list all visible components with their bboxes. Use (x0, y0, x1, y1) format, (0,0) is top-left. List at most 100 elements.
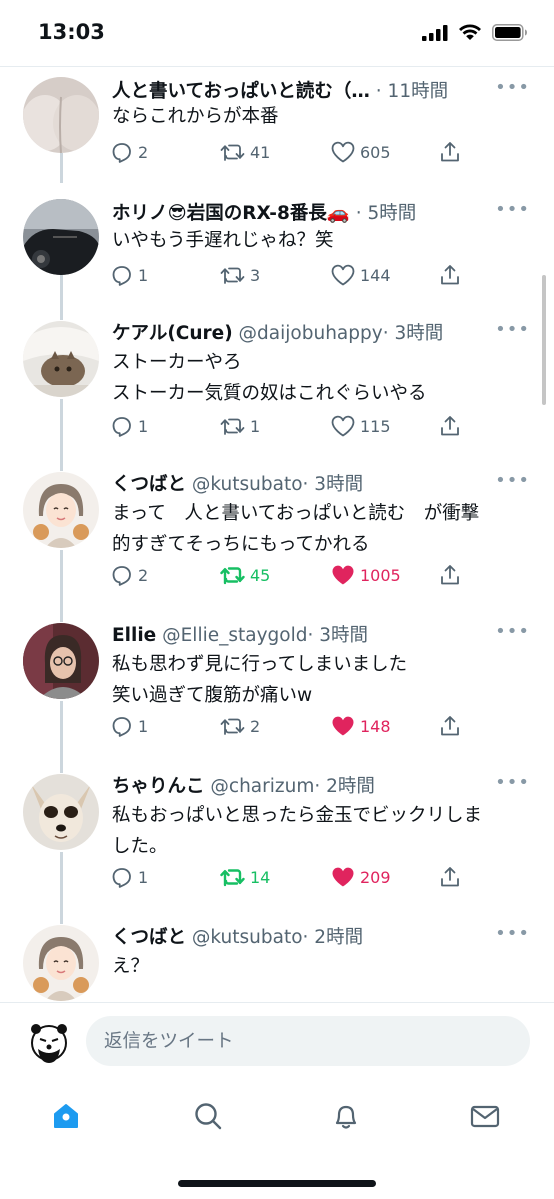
tweet[interactable]: くつばと @kutsubato· 3時間 ••• まって 人と書いておっぱいと読… (0, 468, 554, 619)
reply-button[interactable]: 1 (110, 263, 148, 287)
tab-home[interactable] (46, 1096, 86, 1136)
tweet-text: え？ (112, 956, 150, 977)
reply-icon (112, 417, 131, 437)
like-button[interactable]: 115 (330, 414, 391, 438)
tweet[interactable]: Ellie @Ellie_staygold· 3時間 ••• 私も思わず見に行っ… (0, 619, 554, 770)
tweet-header: Ellie @Ellie_staygold· 3時間 (112, 621, 532, 647)
avatar[interactable] (23, 925, 99, 1001)
retweet-count: 1 (250, 416, 261, 436)
tweet-time: · 3時間 (302, 474, 364, 495)
retweet-button[interactable]: 41 (220, 140, 270, 164)
notifications-icon (335, 1105, 357, 1129)
share-icon (441, 265, 459, 285)
reply-button[interactable]: 1 (110, 865, 148, 889)
tweet[interactable]: ケアル(Cure) @daijobuhappy· 3時間 ••• ストーカーやろ… (0, 317, 554, 468)
tweet[interactable]: 人と書いておっぱいと読む（… · 11時間 ••• ならこれからが本番 2 41… (0, 67, 554, 187)
share-button[interactable] (438, 714, 462, 738)
avatar[interactable] (23, 623, 99, 699)
like-button[interactable]: 148 (330, 714, 391, 738)
tab-notifications[interactable] (326, 1096, 366, 1136)
display-name[interactable]: ちゃりんこ (112, 776, 205, 797)
reply-count: 1 (138, 265, 149, 285)
my-avatar[interactable] (24, 1017, 74, 1067)
retweet-button[interactable]: 1 (220, 414, 260, 438)
share-icon (441, 867, 459, 887)
tweet-header: ホリノ😎岩国のRX-8番長🚗 · 5時間 (112, 199, 532, 225)
display-name[interactable]: 人と書いておっぱいと読む（… (112, 81, 370, 102)
share-button[interactable] (438, 414, 462, 438)
more-options-icon[interactable]: ••• (495, 319, 530, 340)
reply-button[interactable]: 2 (110, 563, 148, 587)
scrollbar[interactable] (542, 275, 546, 405)
reply-button[interactable]: 1 (110, 414, 148, 438)
like-button[interactable]: 144 (330, 263, 391, 287)
more-options-icon[interactable]: ••• (495, 470, 530, 491)
retweet-button[interactable]: 45 (220, 563, 270, 587)
tweet-text: ストーカーやろ ストーカー気質の奴はこれぐらいやる (112, 352, 427, 404)
status-bar: 13:03 (0, 0, 554, 66)
battery-icon (492, 24, 527, 41)
avatar[interactable] (23, 199, 99, 275)
tab-messages[interactable] (465, 1096, 505, 1136)
like-button[interactable]: 1005 (330, 563, 401, 587)
user-handle[interactable]: @daijobuhappy (239, 323, 383, 344)
more-options-icon[interactable]: ••• (495, 199, 530, 220)
retweet-icon (220, 718, 245, 735)
reply-button[interactable]: 1 (110, 714, 148, 738)
display-name[interactable]: ケアル(Cure) (112, 323, 233, 344)
more-options-icon[interactable]: ••• (495, 923, 530, 944)
reply-count: 2 (138, 142, 149, 162)
tweet[interactable]: ホリノ😎岩国のRX-8番長🚗 · 5時間 ••• いやもう手遅れじゃね？笑 1 … (0, 191, 554, 317)
share-icon (441, 716, 459, 736)
user-handle[interactable]: @kutsubato (192, 927, 303, 948)
user-handle[interactable]: @kutsubato (192, 474, 303, 495)
share-button[interactable] (438, 563, 462, 587)
more-options-icon[interactable]: ••• (495, 77, 530, 98)
tweet-time: · 5時間 (355, 203, 417, 224)
display-name[interactable]: ホリノ😎岩国のRX-8番長🚗 (112, 203, 350, 224)
display-name[interactable]: Ellie (112, 625, 156, 646)
user-handle[interactable]: @Ellie_staygold (162, 625, 307, 646)
tweet-time: · 2時間 (302, 927, 364, 948)
retweet-button[interactable]: 14 (220, 865, 270, 889)
reply-count: 2 (138, 565, 149, 585)
avatar[interactable] (23, 321, 99, 397)
tweet-text: まって 人と書いておっぱいと読む が衝撃 的すぎてそっちにもってかれる (112, 503, 480, 555)
tweet-header: ちゃりんこ @charizum· 2時間 (112, 772, 532, 798)
like-count: 144 (360, 265, 391, 285)
reply-thread[interactable]: 人と書いておっぱいと読む（… · 11時間 ••• ならこれからが本番 2 41… (0, 67, 554, 1002)
wifi-icon (459, 24, 481, 40)
reply-button[interactable]: 2 (110, 140, 148, 164)
display-name[interactable]: くつばと (112, 474, 186, 495)
reply-input[interactable] (86, 1016, 530, 1066)
tweet[interactable]: ちゃりんこ @charizum· 2時間 ••• 私もおっぱいと思ったら金玉でビ… (0, 770, 554, 921)
like-icon (331, 141, 355, 163)
tab-search[interactable] (188, 1096, 228, 1136)
more-options-icon[interactable]: ••• (495, 772, 530, 793)
tweet-time: · 3時間 (382, 323, 444, 344)
share-button[interactable] (438, 865, 462, 889)
avatar[interactable] (23, 77, 99, 153)
more-options-icon[interactable]: ••• (495, 621, 530, 642)
like-button[interactable]: 605 (330, 140, 391, 164)
retweet-button[interactable]: 3 (220, 263, 260, 287)
avatar[interactable] (23, 472, 99, 548)
reply-count: 1 (138, 416, 149, 436)
tweet-header: 人と書いておっぱいと読む（… · 11時間 (112, 77, 532, 103)
reply-icon (112, 868, 131, 888)
tweet-actions: 2 41 605 (110, 140, 470, 172)
retweet-icon (220, 567, 245, 585)
tweet[interactable]: くつばと @kutsubato· 2時間 ••• え？ (0, 921, 554, 1002)
like-count: 148 (360, 716, 391, 736)
share-button[interactable] (438, 140, 462, 164)
like-button[interactable]: 209 (330, 865, 391, 889)
avatar[interactable] (23, 774, 99, 850)
retweet-count: 3 (250, 265, 261, 285)
retweet-count: 41 (250, 142, 271, 162)
tweet-text: いやもう手遅れじゃね？笑 (112, 230, 334, 251)
share-button[interactable] (438, 263, 462, 287)
display-name[interactable]: くつばと (112, 927, 186, 948)
tweet-text: ならこれからが本番 (112, 106, 279, 127)
user-handle[interactable]: @charizum (210, 776, 314, 797)
retweet-button[interactable]: 2 (220, 714, 260, 738)
